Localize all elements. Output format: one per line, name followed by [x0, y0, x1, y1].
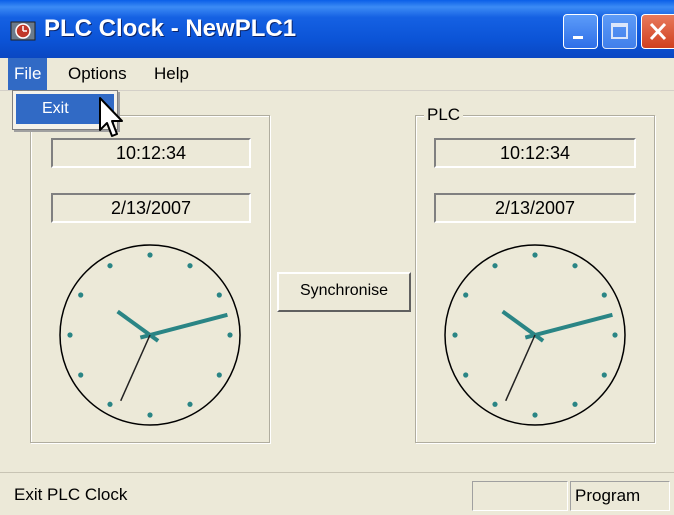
- clock-hour-marker: [107, 401, 113, 407]
- status-message: Exit PLC Clock: [14, 485, 128, 504]
- app-window: PLC Clock - NewPLC1 File Options Help PC…: [0, 0, 674, 515]
- clock-hour-marker: [572, 263, 578, 269]
- menu-options[interactable]: Options: [62, 58, 133, 90]
- close-icon: [649, 22, 667, 41]
- clock-hour-marker: [216, 372, 222, 378]
- close-button[interactable]: [641, 14, 674, 49]
- clock-hour-marker: [187, 401, 193, 407]
- clock-hour-marker: [216, 292, 222, 298]
- plc-time-field: 10:12:34: [434, 138, 636, 168]
- synchronise-button[interactable]: Synchronise: [277, 272, 411, 312]
- clock-hour-marker: [463, 292, 469, 298]
- minimize-button[interactable]: [563, 14, 598, 49]
- plc-analog-clock: [444, 244, 626, 426]
- menu-file[interactable]: File: [8, 58, 48, 90]
- clock-hour-marker: [463, 372, 469, 378]
- plc-clock-group: PLC 10:12:34 2/13/2007: [415, 105, 655, 443]
- status-pane-middle: [472, 481, 568, 511]
- title-bar[interactable]: PLC Clock - NewPLC1: [0, 0, 674, 58]
- clock-hour-marker: [532, 252, 538, 258]
- clock-hour-marker: [227, 332, 233, 338]
- plc-group-label: PLC: [424, 105, 464, 125]
- clock-second-hand: [120, 334, 151, 402]
- clock-hour-marker: [612, 332, 618, 338]
- minimize-icon: [573, 36, 583, 39]
- clock-hour-marker: [67, 332, 73, 338]
- clock-hour-marker: [532, 412, 538, 418]
- maximize-button[interactable]: [602, 14, 637, 49]
- status-mode: Program: [570, 481, 670, 511]
- clock-hour-marker: [601, 372, 607, 378]
- clock-hour-marker: [492, 263, 498, 269]
- status-bar: Exit PLC Clock Program: [0, 472, 674, 515]
- clock-hour-marker: [147, 412, 153, 418]
- clock-hour-marker: [147, 252, 153, 258]
- plc-date-field: 2/13/2007: [434, 193, 636, 223]
- cursor-icon: [99, 97, 123, 137]
- clock-hour-marker: [601, 292, 607, 298]
- pc-date-field: 2/13/2007: [51, 193, 251, 223]
- clock-minute-hand: [524, 312, 613, 340]
- pc-analog-clock: [59, 244, 241, 426]
- clock-hour-marker: [107, 263, 113, 269]
- app-icon: [10, 21, 36, 41]
- clock-hour-marker: [572, 401, 578, 407]
- clock-minute-hand: [139, 312, 228, 340]
- clock-hour-marker: [452, 332, 458, 338]
- clock-hour-marker: [187, 263, 193, 269]
- clock-hour-marker: [78, 292, 84, 298]
- menu-bar: File Options Help: [0, 58, 674, 91]
- window-title: PLC Clock - NewPLC1: [44, 15, 297, 42]
- pc-clock-group: PC 10:12:34 2/13/2007: [30, 105, 270, 443]
- clock-second-hand: [505, 334, 536, 402]
- clock-hour-marker: [492, 401, 498, 407]
- maximize-icon: [611, 23, 628, 39]
- menu-help[interactable]: Help: [148, 58, 195, 90]
- pc-time-field: 10:12:34: [51, 138, 251, 168]
- clock-hour-marker: [78, 372, 84, 378]
